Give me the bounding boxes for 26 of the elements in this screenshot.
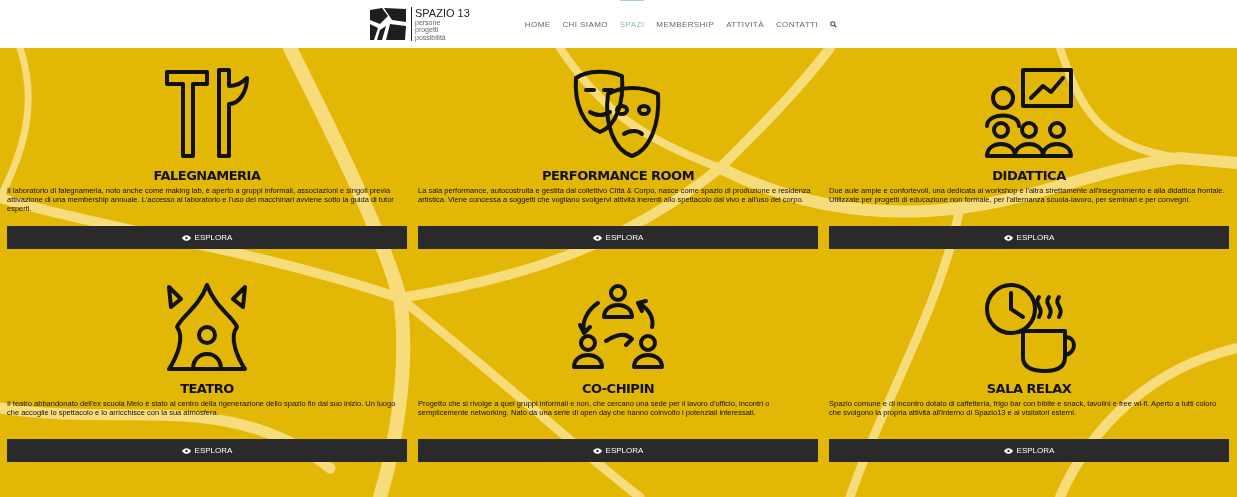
explore-button[interactable]: ESPLORA (829, 439, 1229, 462)
eye-icon (1003, 447, 1013, 454)
space-title: CO-CHIPIN (581, 381, 655, 396)
explore-button[interactable]: ESPLORA (418, 439, 818, 462)
eye-icon (181, 447, 191, 454)
nav-link[interactable]: CONTATTI (775, 0, 818, 35)
space-title: PERFORMANCE ROOM (541, 168, 695, 183)
explore-button[interactable]: ESPLORA (418, 226, 818, 249)
logo-mark-icon (368, 6, 408, 42)
explore-button[interactable]: ESPLORA (829, 226, 1229, 249)
eye-icon (592, 447, 602, 454)
eye-icon (181, 234, 191, 241)
space-title: DIDATTICA (992, 168, 1066, 183)
logo-name: SPAZIO 13 (415, 6, 470, 19)
nav-link[interactable]: HOME (524, 0, 551, 35)
nav-link[interactable]: CHI SIAMO (562, 0, 608, 35)
eye-icon (592, 234, 602, 241)
search-icon[interactable] (829, 20, 837, 28)
space-title: TEATRO (180, 381, 234, 396)
explore-button[interactable]: ESPLORA (7, 439, 407, 462)
eye-icon (1003, 234, 1013, 241)
explore-button[interactable]: ESPLORA (7, 226, 407, 249)
space-title: SALA RELAX (986, 381, 1072, 396)
nav-link[interactable]: ATTIVITÀ (726, 0, 764, 35)
nav-link[interactable]: MEMBERSHIP (656, 0, 715, 35)
space-title: FALEGNAMERIA (153, 168, 261, 183)
